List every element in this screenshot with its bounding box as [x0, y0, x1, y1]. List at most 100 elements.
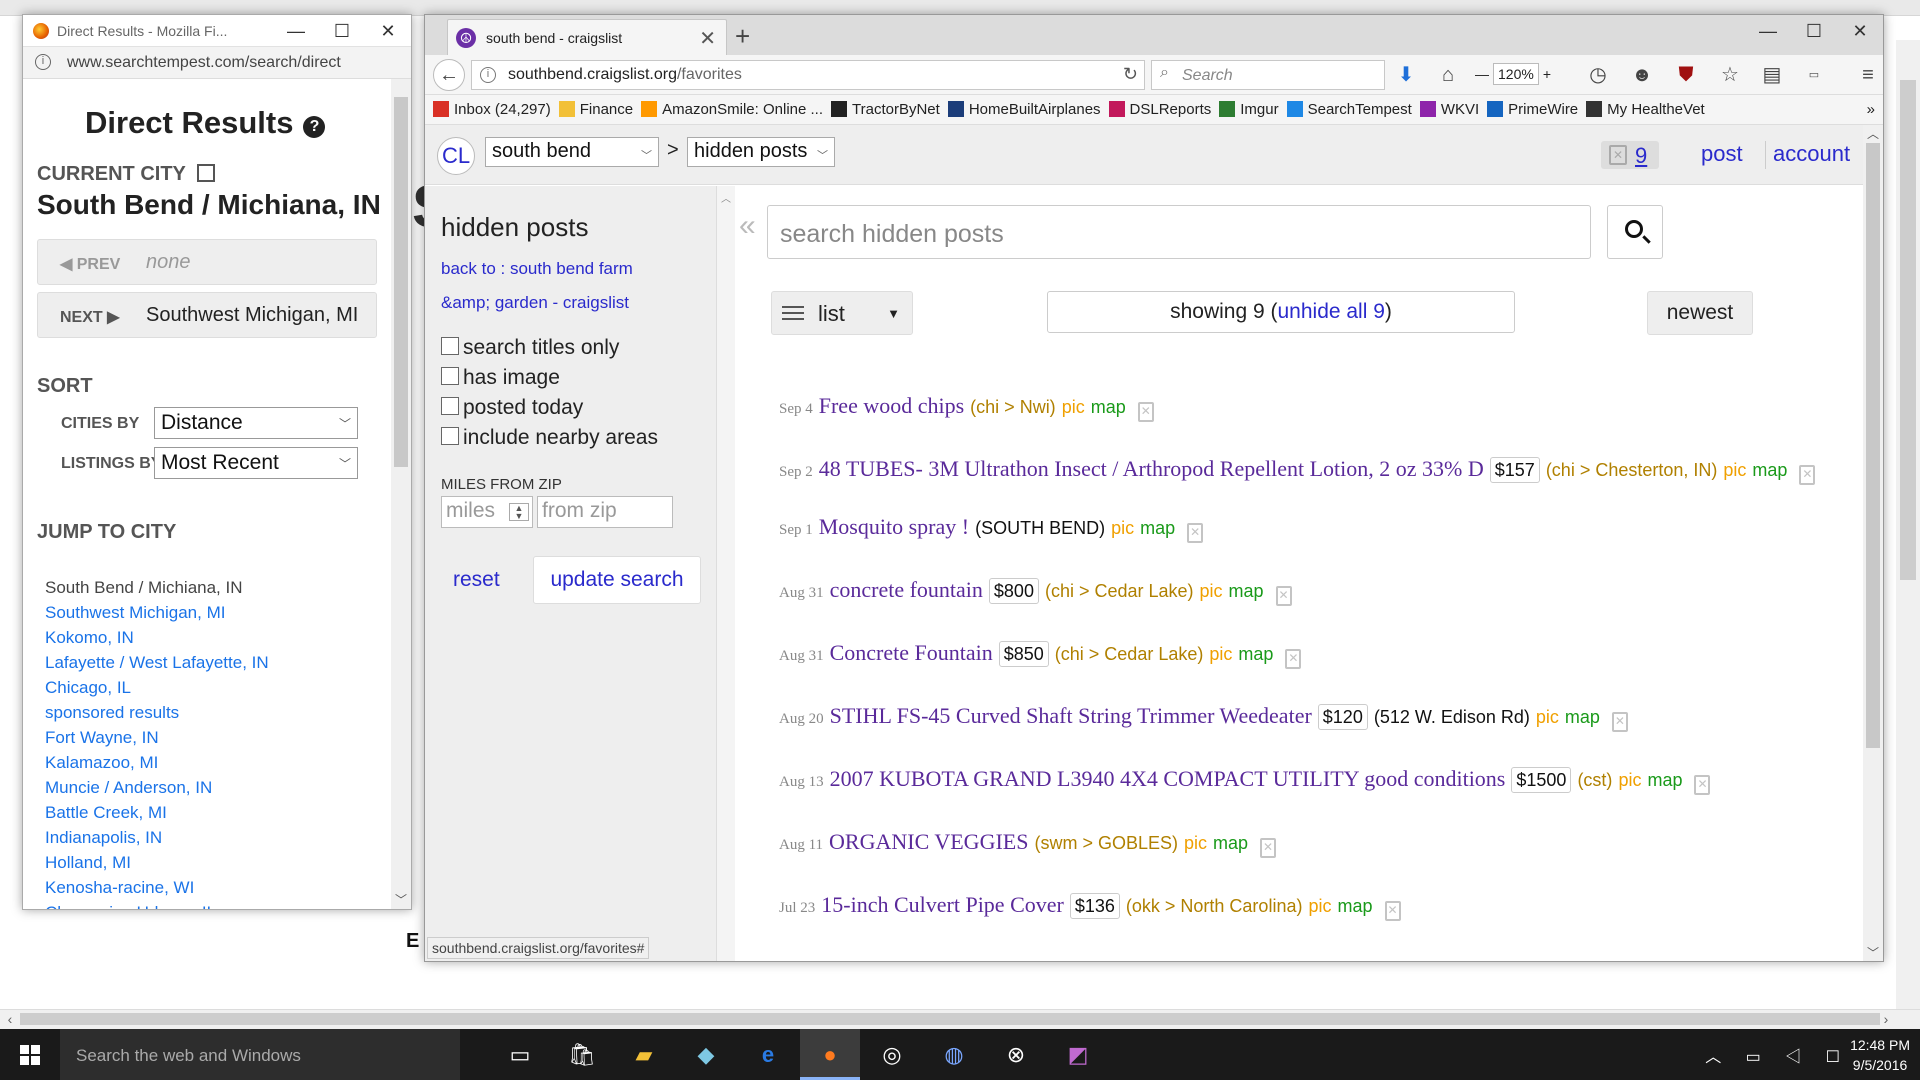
result-map-link[interactable]: map	[1140, 518, 1175, 538]
close-icon[interactable]: ✕	[1837, 15, 1883, 47]
result-title-link[interactable]: concrete fountain	[830, 577, 983, 602]
account-link[interactable]: account	[1773, 141, 1850, 167]
jump-city-item[interactable]: Kalamazoo, MI	[45, 750, 269, 775]
more-bookmarks-icon[interactable]: »	[1867, 101, 1875, 118]
edge-icon[interactable]: e	[738, 1029, 798, 1080]
scroll-left-arrow-icon[interactable]: ‹	[0, 1010, 20, 1029]
scroll-down-arrow-icon[interactable]: ﹀	[391, 891, 411, 909]
zoom-out-icon[interactable]: —	[1475, 66, 1489, 82]
system-clock[interactable]: 12:48 PM 9/5/2016	[1850, 1035, 1910, 1075]
next-city-button[interactable]: NEXT ▶ Southwest Michigan, MI	[37, 292, 377, 338]
back-arrow-icon[interactable]: ←	[433, 59, 465, 91]
scroll-down-arrow-icon[interactable]: ﹀	[1863, 944, 1883, 961]
bookmark-item[interactable]: Inbox (24,297)	[433, 101, 551, 118]
jump-city-item[interactable]: Indianapolis, IN	[45, 825, 269, 850]
rss-icon[interactable]: ▭	[1801, 63, 1827, 87]
section-select[interactable]: hidden posts ﹀	[687, 137, 835, 167]
craigslist-logo[interactable]: CL	[437, 137, 475, 175]
file-explorer-icon[interactable]: ▰	[614, 1029, 674, 1080]
unhide-post-icon[interactable]: ✕	[1187, 523, 1204, 543]
url-text[interactable]: southbend.craigslist.org/favorites	[508, 66, 742, 84]
unhide-all-link[interactable]: unhide all 9	[1277, 300, 1384, 323]
new-tab-icon[interactable]: +	[735, 21, 750, 52]
hidden-count[interactable]: 9	[1635, 143, 1647, 169]
scroll-up-arrow-icon[interactable]: ︿	[1863, 125, 1883, 142]
bookmark-item[interactable]: SearchTempest	[1286, 101, 1412, 118]
checkbox[interactable]	[441, 337, 459, 355]
unhide-post-icon[interactable]: ✕	[1285, 649, 1302, 669]
zoom-control[interactable]: —120% +	[1475, 63, 1551, 85]
unhide-post-icon[interactable]: ✕	[1694, 775, 1711, 795]
window-titlebar[interactable]: Direct Results - Mozilla Fi... — ☐ ✕	[23, 15, 411, 47]
posted-today-checkbox[interactable]: posted today	[441, 396, 583, 420]
bookmark-item[interactable]: TractorByNet	[831, 101, 940, 118]
jump-city-item[interactable]: Muncie / Anderson, IN	[45, 775, 269, 800]
post-link[interactable]: post	[1701, 141, 1743, 167]
checkbox[interactable]	[441, 367, 459, 385]
prev-city-button[interactable]: ◀ PREV none	[37, 239, 377, 285]
background-horizontal-scrollbar[interactable]: ‹ ›	[0, 1009, 1920, 1029]
jump-city-item[interactable]: Chicago, IL	[45, 675, 269, 700]
page-scrollbar[interactable]: ︿ ﹀	[1863, 125, 1883, 961]
sidebar-scrollbar[interactable]: ﹀	[391, 79, 411, 909]
result-map-link[interactable]: map	[1238, 644, 1273, 664]
unhide-post-icon[interactable]: ✕	[1260, 838, 1277, 858]
jump-city-item[interactable]: Kokomo, IN	[45, 625, 269, 650]
reading-list-icon[interactable]: ▤	[1759, 63, 1785, 87]
result-title-link[interactable]: Mosquito spray !	[819, 514, 969, 539]
reset-link[interactable]: reset	[453, 568, 500, 592]
address-bar[interactable]: i southbend.craigslist.org/favorites ↻	[471, 60, 1145, 90]
view-mode-dropdown[interactable]: list ▼	[771, 291, 913, 335]
system-tray[interactable]: ︿ ▭ ◁ ☐	[1705, 1043, 1850, 1067]
update-search-button[interactable]: update search	[533, 556, 701, 604]
result-title-link[interactable]: Free wood chips	[819, 393, 964, 418]
result-title-link[interactable]: Concrete Fountain	[830, 640, 993, 665]
jump-city-item[interactable]: Kenosha-racine, WI	[45, 875, 269, 900]
unhide-post-icon[interactable]: ✕	[1275, 586, 1292, 606]
spinner-icon[interactable]: ▲ ▼	[509, 503, 529, 521]
reload-icon[interactable]: ↻	[1123, 64, 1138, 85]
ublock-icon[interactable]: ⛊	[1673, 63, 1699, 87]
xbox-icon[interactable]: ⊗	[986, 1029, 1046, 1080]
help-icon[interactable]: ?	[303, 116, 326, 138]
app-icon[interactable]: ◍	[924, 1029, 984, 1080]
bookmark-item[interactable]: AmazonSmile: Online ...	[641, 101, 823, 118]
maximize-icon[interactable]: ☐	[319, 15, 365, 47]
bookmark-item[interactable]: My HealtheVet	[1586, 101, 1705, 118]
result-title-link[interactable]: STIHL FS-45 Curved Shaft String Trimmer …	[830, 703, 1312, 728]
clock-icon[interactable]: ◷	[1585, 63, 1611, 87]
browser-search-box[interactable]: ⌕ Search	[1151, 60, 1385, 90]
zip-input[interactable]: from zip	[537, 496, 673, 528]
scroll-thumb[interactable]	[1900, 80, 1916, 580]
firefox-icon[interactable]: ●	[800, 1029, 860, 1080]
start-button[interactable]	[0, 1029, 60, 1080]
checkbox[interactable]	[441, 397, 459, 415]
include-nearby-checkbox[interactable]: include nearby areas	[441, 426, 658, 450]
bookmark-item[interactable]: Finance	[558, 101, 633, 118]
address-bar[interactable]: i www.searchtempest.com/search/direct	[23, 47, 411, 79]
jump-city-item[interactable]: Battle Creek, MI	[45, 800, 269, 825]
media-player-icon[interactable]: ◎	[862, 1029, 922, 1080]
background-vertical-scrollbar[interactable]	[1896, 40, 1920, 1010]
result-map-link[interactable]: map	[1091, 397, 1126, 417]
jump-city-item[interactable]: Holland, MI	[45, 850, 269, 875]
miles-input[interactable]: miles ▲ ▼	[441, 496, 533, 528]
bookmark-item[interactable]: DSLReports	[1108, 101, 1211, 118]
bookmark-item[interactable]: PrimeWire	[1487, 101, 1578, 118]
scroll-thumb[interactable]	[394, 97, 408, 467]
bookmark-star-icon[interactable]: ☆	[1717, 63, 1743, 87]
smiley-icon[interactable]: ☻	[1629, 63, 1655, 87]
jump-city-item[interactable]: Southwest Michigan, MI	[45, 600, 269, 625]
result-title-link[interactable]: ORGANIC VEGGIES	[829, 829, 1028, 854]
pdf-app-icon[interactable]: ◩	[1048, 1029, 1108, 1080]
filter-scrollbar[interactable]: ︿	[717, 186, 735, 961]
site-info-icon[interactable]: i	[480, 67, 496, 83]
notepad-icon[interactable]: ◆	[676, 1029, 736, 1080]
result-map-link[interactable]: map	[1752, 460, 1787, 480]
bookmark-item[interactable]: WKVI	[1419, 101, 1479, 118]
scroll-right-arrow-icon[interactable]: ›	[1876, 1010, 1896, 1029]
unhide-post-icon[interactable]: ✕	[1611, 712, 1628, 732]
maximize-icon[interactable]: ☐	[1791, 15, 1837, 47]
checkbox[interactable]	[441, 427, 459, 445]
hidden-posts-counter[interactable]: ✕ 9	[1601, 141, 1659, 169]
